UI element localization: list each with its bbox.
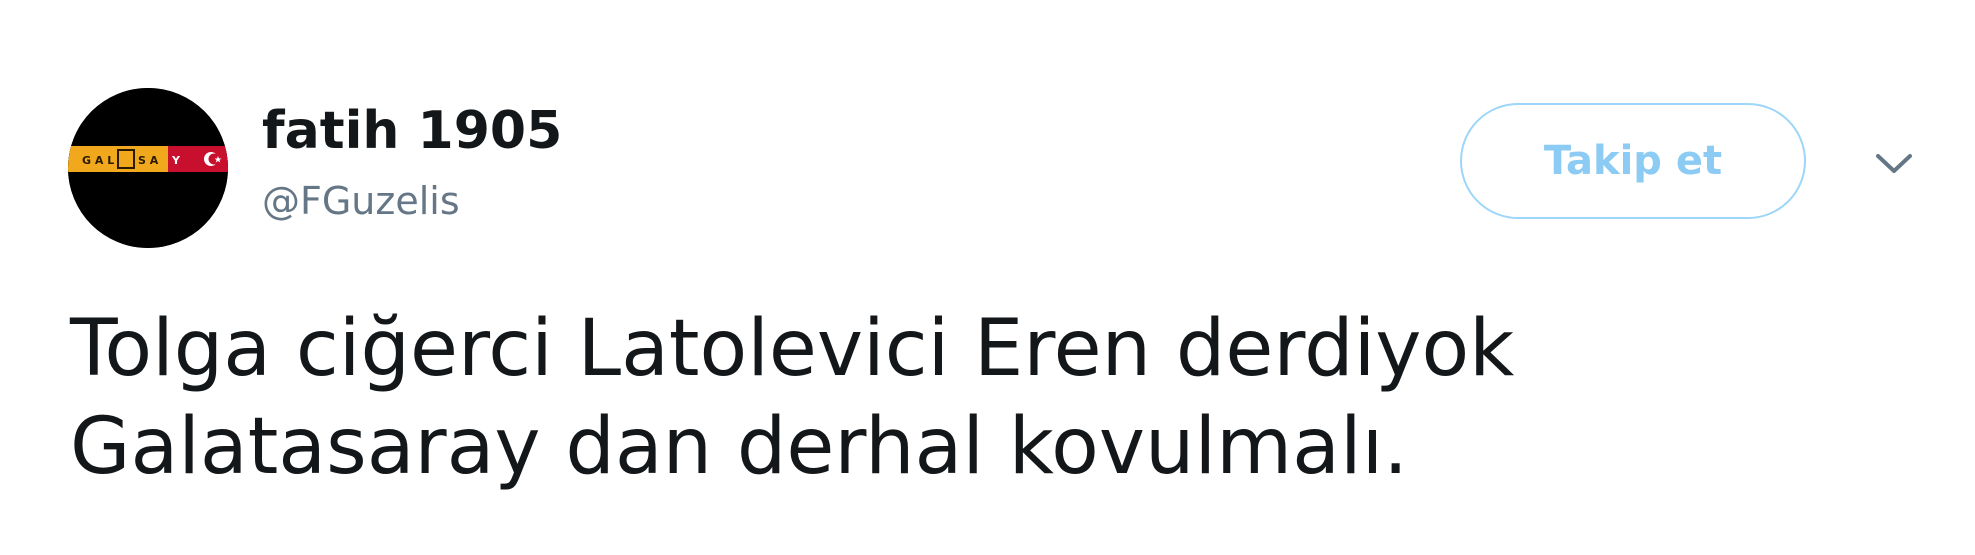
follow-button-label: Takip et — [1543, 138, 1723, 184]
author-handle[interactable]: @FGuzelis — [262, 178, 460, 224]
svg-text:S A: S A — [138, 154, 159, 167]
svg-text:Y: Y — [171, 154, 181, 167]
author-display-name[interactable]: fatih 1905 — [262, 100, 562, 162]
follow-button[interactable]: Takip et — [1460, 103, 1806, 219]
tweet-text-line: Galatasaray dan derhal kovulmalı. — [70, 402, 1409, 492]
galatasaray-banner-icon: G A L S A Y — [68, 88, 228, 248]
tweet-text-line: Tolga ciğerci Latolevici Eren derdiyok — [70, 304, 1515, 394]
avatar[interactable]: G A L S A Y — [68, 88, 228, 248]
tweet-menu-button[interactable] — [1870, 140, 1918, 188]
svg-text:G A L: G A L — [82, 154, 114, 167]
chevron-down-icon — [1876, 154, 1912, 173]
tweet-text: Tolga ciğerci Latolevici Eren derdiyok G… — [70, 300, 1930, 496]
